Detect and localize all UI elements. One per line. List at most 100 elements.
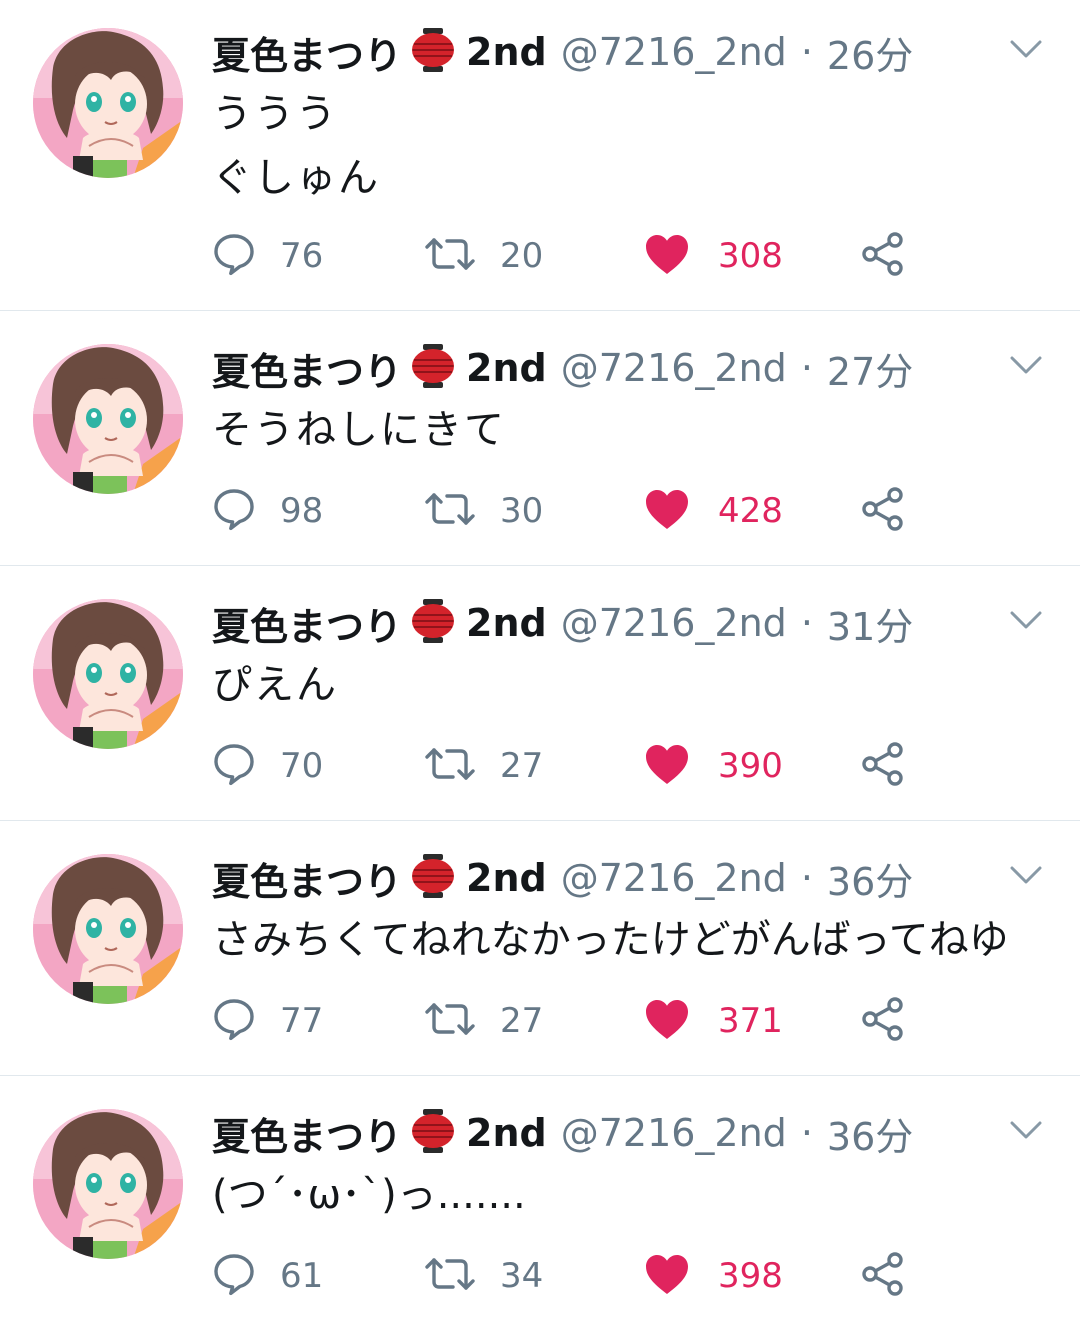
display-name-suffix[interactable]: 2nd <box>466 1111 547 1155</box>
user-handle[interactable]: @7216_2nd <box>561 30 787 74</box>
separator-dot: · <box>800 856 813 900</box>
tweet-text: さみちくてねれなかったけどがんばってねゆ <box>212 917 1009 963</box>
display-name[interactable]: 夏色まつり <box>212 341 402 396</box>
reply-count: 77 <box>280 1001 324 1041</box>
chevron-down-icon[interactable] <box>1004 348 1048 384</box>
tweet[interactable]: 夏色まつり 2nd @7216_2nd · 36分 (つ´･ω･`)っ.....… <box>0 1076 1080 1318</box>
user-handle[interactable]: @7216_2nd <box>561 601 787 645</box>
display-name[interactable]: 夏色まつり <box>212 1106 402 1161</box>
avatar[interactable] <box>33 28 183 178</box>
retweet-icon <box>424 997 476 1045</box>
tweet-text: そうねしにきて <box>212 407 506 453</box>
share-icon <box>860 486 906 536</box>
like-count: 371 <box>718 1001 783 1041</box>
timestamp[interactable]: 26分 <box>827 25 913 80</box>
tweet-header: 夏色まつり 2nd @7216_2nd · 36分 <box>212 850 913 906</box>
action-bar: 98 30 428 <box>212 481 972 541</box>
tweet[interactable]: 夏色まつり 2nd @7216_2nd · 36分 さみちくてねれなかったけどが… <box>0 821 1080 1076</box>
separator-dot: · <box>800 30 813 74</box>
user-handle[interactable]: @7216_2nd <box>561 346 787 390</box>
share-icon <box>860 231 906 281</box>
reply-count: 76 <box>280 236 324 276</box>
like-button[interactable]: 308 <box>644 226 783 286</box>
user-handle[interactable]: @7216_2nd <box>561 1111 787 1155</box>
action-bar: 76 20 308 <box>212 226 972 286</box>
share-icon <box>860 741 906 791</box>
tweet[interactable]: 夏色まつり 2nd @7216_2nd · 27分 そうねしにきて 98 30 … <box>0 311 1080 566</box>
display-name-suffix[interactable]: 2nd <box>466 346 547 390</box>
display-name-suffix[interactable]: 2nd <box>466 601 547 645</box>
tweet[interactable]: 夏色まつり 2nd @7216_2nd · 26分 ううう ぐしゅん 76 20… <box>0 0 1080 311</box>
reply-icon <box>212 742 256 790</box>
avatar[interactable] <box>33 1109 183 1259</box>
reply-button[interactable]: 70 <box>212 736 323 796</box>
heart-icon <box>644 743 690 789</box>
like-button[interactable]: 398 <box>644 1246 783 1306</box>
reply-icon <box>212 487 256 535</box>
share-button[interactable] <box>860 481 906 541</box>
lantern-icon <box>408 596 458 650</box>
chevron-down-icon[interactable] <box>1004 858 1048 894</box>
display-name-suffix[interactable]: 2nd <box>466 856 547 900</box>
tweet-header: 夏色まつり 2nd @7216_2nd · 26分 <box>212 24 913 80</box>
lantern-icon <box>408 851 458 905</box>
reply-button[interactable]: 77 <box>212 991 323 1051</box>
avatar[interactable] <box>33 344 183 494</box>
timestamp[interactable]: 36分 <box>827 1106 913 1161</box>
avatar[interactable] <box>33 854 183 1004</box>
display-name[interactable]: 夏色まつり <box>212 851 402 906</box>
tweet-text: ぴえん <box>212 662 338 708</box>
reply-icon <box>212 997 256 1045</box>
heart-icon <box>644 488 690 534</box>
reply-button[interactable]: 61 <box>212 1246 323 1306</box>
separator-dot: · <box>800 1111 813 1155</box>
reply-count: 98 <box>280 491 324 531</box>
retweet-button[interactable]: 30 <box>424 481 543 541</box>
timestamp[interactable]: 27分 <box>827 341 913 396</box>
heart-icon <box>644 998 690 1044</box>
share-button[interactable] <box>860 736 906 796</box>
heart-icon <box>644 233 690 279</box>
tweet-header: 夏色まつり 2nd @7216_2nd · 36分 <box>212 1105 913 1161</box>
display-name[interactable]: 夏色まつり <box>212 596 402 651</box>
reply-button[interactable]: 98 <box>212 481 323 541</box>
retweet-button[interactable]: 34 <box>424 1246 543 1306</box>
tweet[interactable]: 夏色まつり 2nd @7216_2nd · 31分 ぴえん 70 27 390 <box>0 566 1080 821</box>
retweet-icon <box>424 232 476 280</box>
tweet-text: ううう ぐしゅん <box>212 91 380 201</box>
like-button[interactable]: 371 <box>644 991 783 1051</box>
separator-dot: · <box>800 601 813 645</box>
timestamp[interactable]: 31分 <box>827 596 913 651</box>
action-bar: 70 27 390 <box>212 736 972 796</box>
action-bar: 77 27 371 <box>212 991 972 1051</box>
share-button[interactable] <box>860 991 906 1051</box>
retweet-count: 20 <box>500 236 544 276</box>
like-count: 390 <box>718 746 783 786</box>
display-name-suffix[interactable]: 2nd <box>466 30 547 74</box>
chevron-down-icon[interactable] <box>1004 32 1048 68</box>
share-button[interactable] <box>860 226 906 286</box>
like-count: 308 <box>718 236 783 276</box>
reply-button[interactable]: 76 <box>212 226 323 286</box>
tweet-text: (つ´･ω･`)っ....... <box>212 1172 526 1218</box>
timestamp[interactable]: 36分 <box>827 851 913 906</box>
retweet-button[interactable]: 20 <box>424 226 543 286</box>
share-icon <box>860 1251 906 1301</box>
retweet-button[interactable]: 27 <box>424 991 543 1051</box>
like-button[interactable]: 390 <box>644 736 783 796</box>
heart-icon <box>644 1253 690 1299</box>
retweet-button[interactable]: 27 <box>424 736 543 796</box>
like-button[interactable]: 428 <box>644 481 783 541</box>
avatar[interactable] <box>33 599 183 749</box>
user-handle[interactable]: @7216_2nd <box>561 856 787 900</box>
lantern-icon <box>408 25 458 79</box>
tweet-header: 夏色まつり 2nd @7216_2nd · 27分 <box>212 340 913 396</box>
reply-icon <box>212 1252 256 1300</box>
chevron-down-icon[interactable] <box>1004 1113 1048 1149</box>
retweet-icon <box>424 487 476 535</box>
reply-icon <box>212 232 256 280</box>
share-button[interactable] <box>860 1246 906 1306</box>
chevron-down-icon[interactable] <box>1004 603 1048 639</box>
share-icon <box>860 996 906 1046</box>
display-name[interactable]: 夏色まつり <box>212 25 402 80</box>
